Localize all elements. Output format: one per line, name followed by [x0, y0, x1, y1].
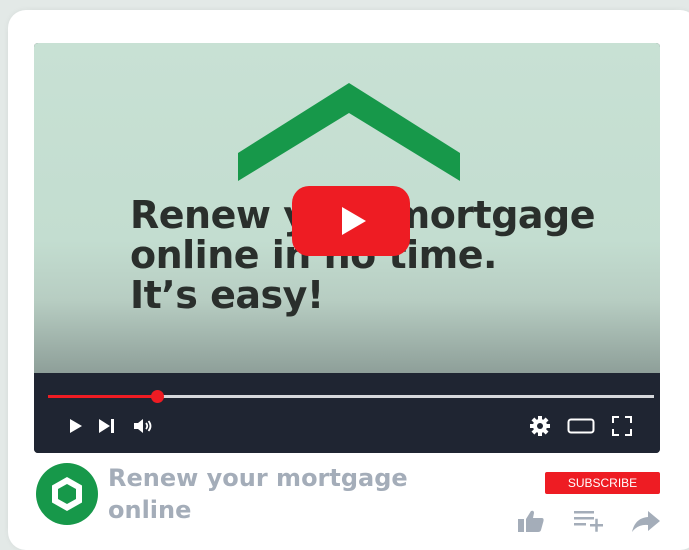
share-icon[interactable]	[630, 508, 662, 534]
channel-logo[interactable]	[36, 463, 98, 525]
progress-played	[48, 395, 158, 398]
video-title[interactable]: Renew your mortgage online	[108, 462, 418, 526]
roof-chevron-graphic	[238, 83, 460, 181]
add-to-queue-icon[interactable]	[572, 508, 606, 534]
subscribe-button[interactable]: SUBSCRIBE	[545, 472, 660, 494]
thumbs-up-icon[interactable]	[516, 508, 546, 534]
volume-icon[interactable]	[132, 414, 156, 438]
gear-icon[interactable]	[528, 414, 552, 438]
progress-bar[interactable]	[48, 390, 654, 403]
fullscreen-icon[interactable]	[610, 414, 634, 438]
play-icon[interactable]	[68, 414, 84, 438]
play-overlay-button[interactable]	[292, 186, 410, 256]
video-frame[interactable]: Renew your mortgage online in no time. I…	[34, 43, 660, 373]
player-controls	[34, 373, 660, 453]
progress-scrubber[interactable]	[151, 390, 165, 403]
play-icon	[342, 207, 366, 235]
skip-next-icon[interactable]	[96, 414, 118, 438]
video-player[interactable]: Renew your mortgage online in no time. I…	[34, 43, 660, 453]
hexagon-logo-icon	[52, 477, 82, 511]
theater-mode-icon[interactable]	[566, 414, 596, 438]
